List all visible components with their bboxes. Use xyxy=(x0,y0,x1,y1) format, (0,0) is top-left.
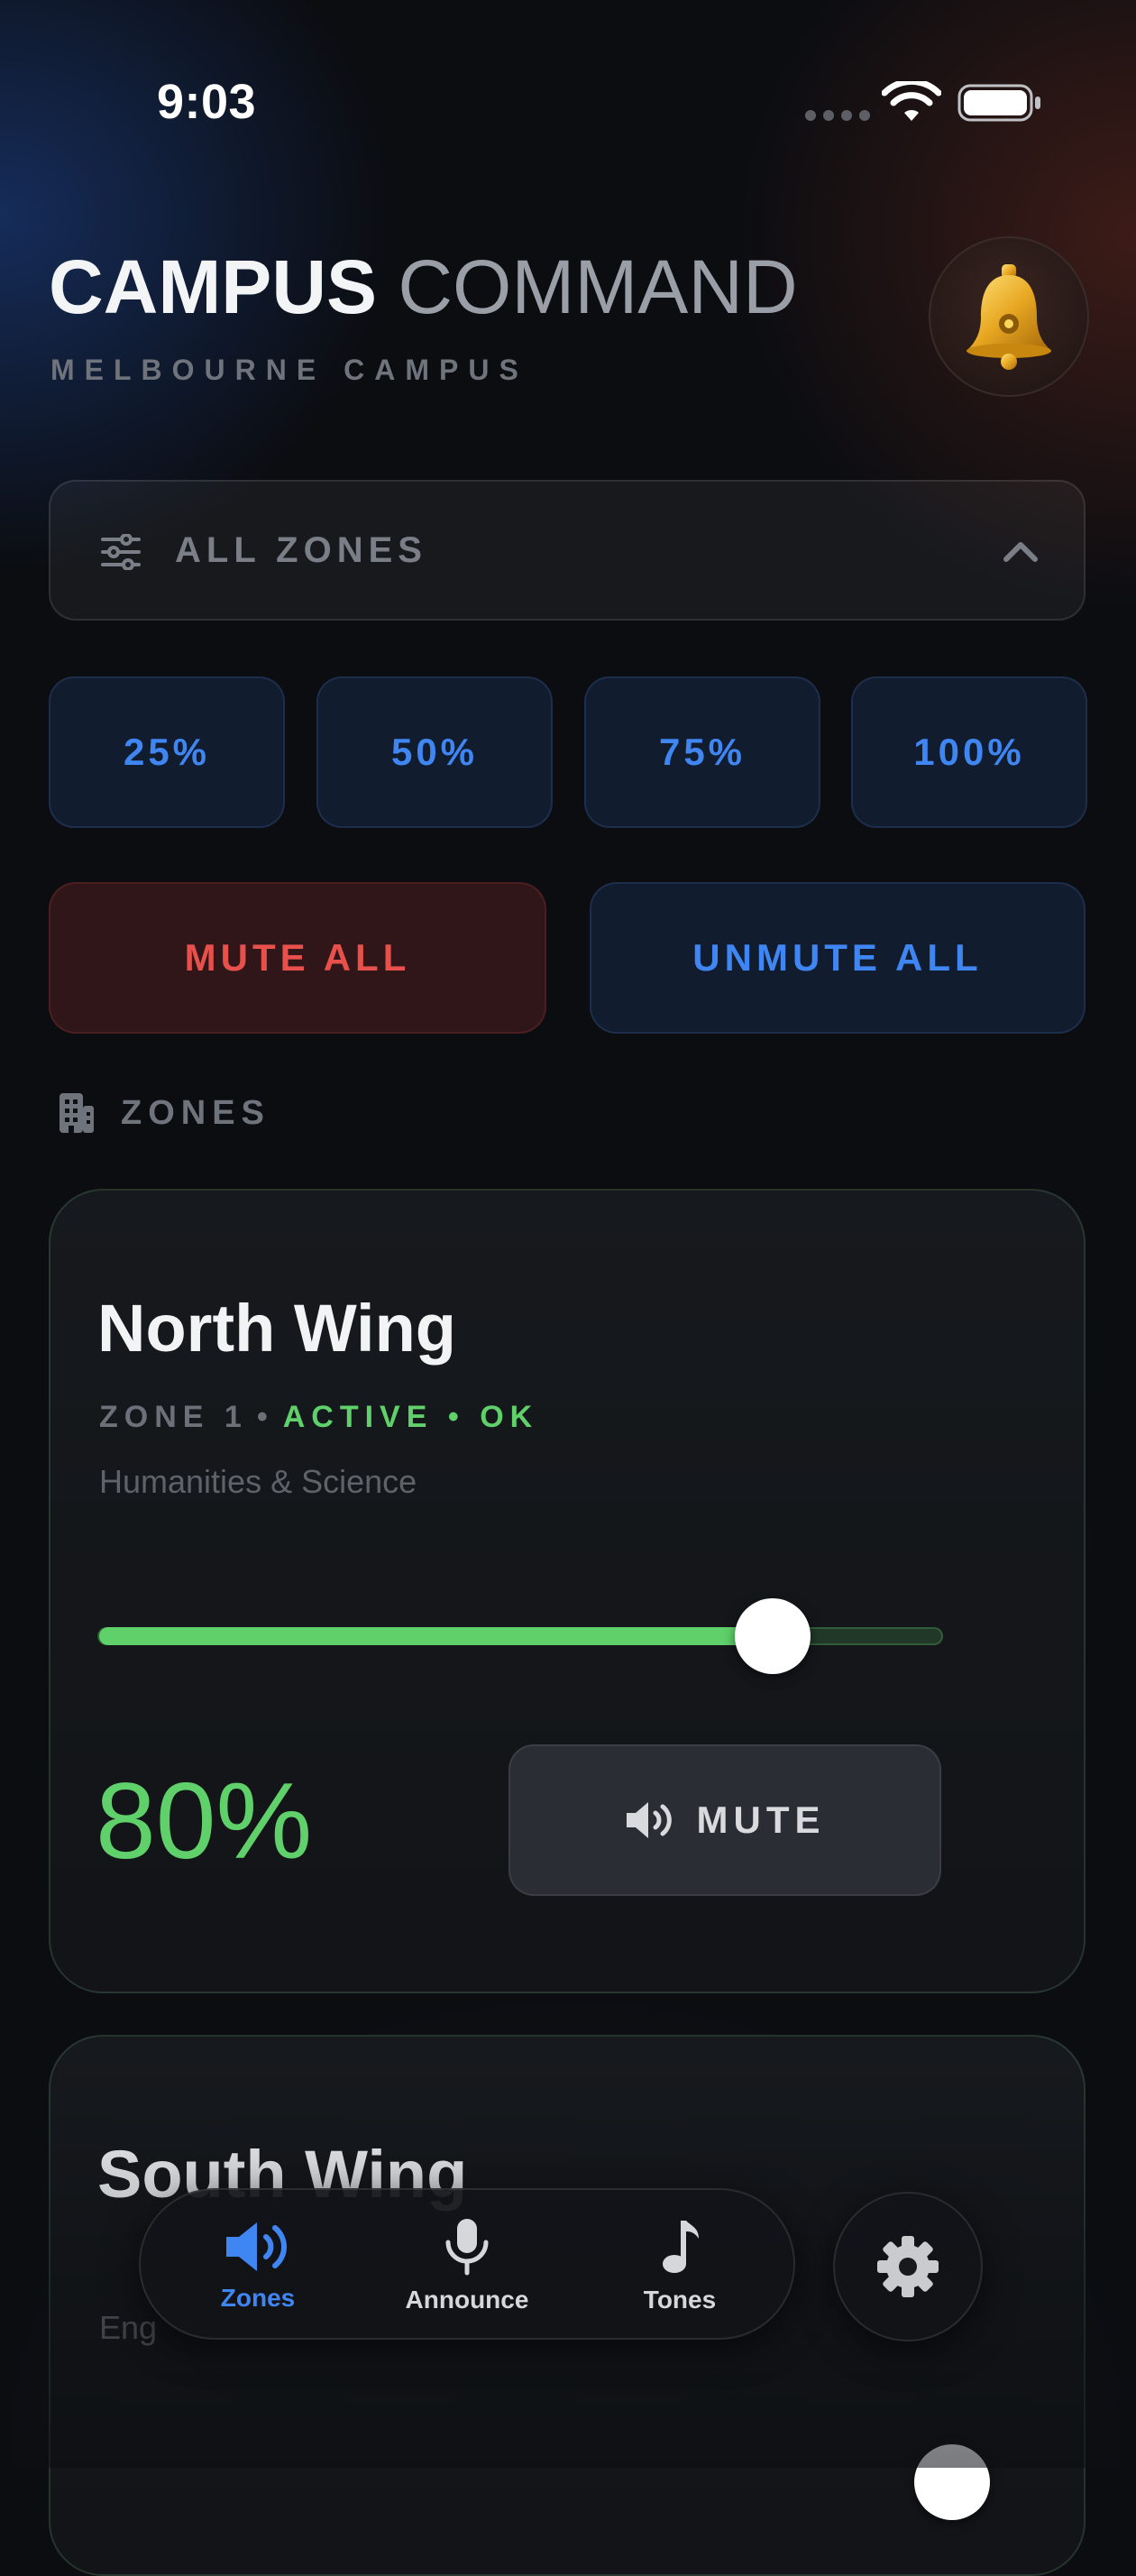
speaker-icon xyxy=(226,2222,288,2271)
tab-bar: Zones Announce Tones xyxy=(139,2188,795,2340)
bell-icon xyxy=(967,264,1051,370)
preset-25-button[interactable]: 25% xyxy=(49,676,285,828)
volume-slider-thumb[interactable] xyxy=(735,1598,811,1674)
microphone-icon xyxy=(445,2219,489,2276)
zones-heading-label: ZONES xyxy=(121,1093,270,1132)
tab-announce[interactable]: Announce xyxy=(377,2190,557,2341)
mute-all-button[interactable]: MUTE ALL xyxy=(49,882,546,1034)
tab-tones-label: Tones xyxy=(643,2286,717,2314)
zones-section-heading: ZONES xyxy=(58,1091,270,1135)
sliders-icon xyxy=(101,534,141,570)
zone-name: North Wing xyxy=(97,1291,457,1366)
preset-75-button[interactable]: 75% xyxy=(584,676,820,828)
zone-selector-label: ALL ZONES xyxy=(175,530,427,570)
zone-id: ZONE 1 xyxy=(99,1400,248,1434)
zone-meta: ZONE 1 • ACTIVE • OK xyxy=(99,1400,539,1434)
speaker-icon xyxy=(626,1802,672,1838)
tab-zones-label: Zones xyxy=(220,2284,296,2312)
unmute-all-button[interactable]: UNMUTE ALL xyxy=(590,882,1086,1034)
volume-slider[interactable] xyxy=(97,1598,943,1674)
zone-description-2: Eng xyxy=(99,2309,158,2346)
gear-icon xyxy=(877,2236,939,2297)
volume-percent: 80% xyxy=(96,1761,313,1881)
app-title-bold: CAMPUS xyxy=(49,244,378,329)
zone-status: ACTIVE • OK xyxy=(282,1400,539,1434)
app-title-light: COMMAND xyxy=(398,244,798,329)
tab-announce-label: Announce xyxy=(405,2286,529,2314)
zone-mute-button[interactable]: MUTE xyxy=(508,1744,941,1896)
zone-description: Humanities & Science xyxy=(99,1463,417,1500)
battery-icon xyxy=(957,84,1040,122)
volume-slider-thumb-2[interactable] xyxy=(914,2444,990,2520)
wifi-icon xyxy=(882,81,941,121)
app-title: CAMPUS COMMAND xyxy=(49,244,798,331)
campus-subtitle: MELBOURNE CAMPUS xyxy=(50,354,528,386)
tab-zones[interactable]: Zones xyxy=(168,2190,348,2341)
volume-slider-fill xyxy=(99,1627,774,1645)
preset-100-button[interactable]: 100% xyxy=(851,676,1087,828)
building-icon xyxy=(60,1093,94,1133)
status-time: 9:03 xyxy=(157,75,257,129)
tab-tones[interactable]: Tones xyxy=(599,2190,761,2341)
cellular-signal-icon xyxy=(805,110,870,121)
preset-50-button[interactable]: 50% xyxy=(316,676,553,828)
bell-button[interactable] xyxy=(929,236,1089,397)
music-note-icon xyxy=(663,2221,699,2273)
zone-selector-dropdown[interactable]: ALL ZONES xyxy=(49,480,1086,621)
zone-mute-label: MUTE xyxy=(696,1799,826,1841)
settings-button[interactable] xyxy=(833,2192,983,2341)
chevron-up-icon xyxy=(1003,542,1038,562)
